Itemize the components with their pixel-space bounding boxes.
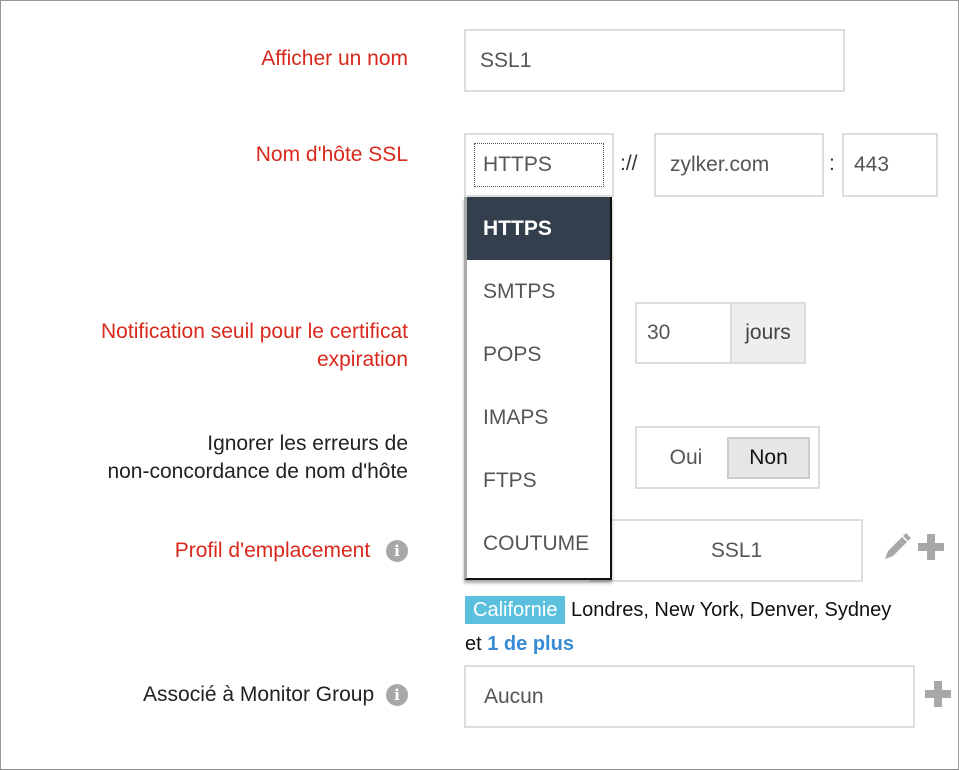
expiry-label-line1: Notification seuil pour le certificat [101,320,408,343]
port-input[interactable]: 443 [842,133,938,197]
add-monitor-group-icon[interactable] [925,681,951,707]
toggle-oui[interactable]: Oui [645,446,727,470]
scheme-separator: :// [620,152,638,175]
ignore-label-line1: Ignorer les erreurs de [207,432,408,455]
location-list: Californie Londres, New York, Denver, Sy… [465,593,945,661]
monitor-group-text: Associé à Monitor Group [143,683,375,706]
more-locations-link[interactable]: 1 de plus [487,633,574,655]
expiry-days-value: 30 [647,321,671,344]
protocol-value: HTTPS [483,153,552,176]
monitor-group-select[interactable]: Aucun [464,665,915,728]
ssl-host-label: Nom d'hôte SSL [255,143,408,166]
location-profile-label: Profil d'emplacement i [175,537,408,565]
expiry-unit-addon: jours [730,302,806,364]
ignore-mismatch-toggle: Oui Non [635,426,820,489]
port-value: 443 [854,153,890,176]
port-separator: : [829,152,835,175]
expiry-days-input[interactable]: 30 [635,302,731,364]
edit-pencil-icon[interactable] [882,532,912,562]
dropdown-option-https[interactable]: HTTPS [467,197,610,260]
dropdown-option-imaps[interactable]: IMAPS [467,386,610,449]
location-profile-text: Profil d'emplacement [174,539,371,562]
dropdown-option-coutume[interactable]: COUTUME [467,512,610,575]
expiry-unit: jours [745,321,791,344]
dropdown-option-ftps[interactable]: FTPS [467,449,610,512]
monitor-group-label: Associé à Monitor Group i [143,681,408,709]
ignore-mismatch-label: Ignorer les erreurs de non-concordance d… [107,430,408,486]
other-locations: Londres, New York, Denver, Sydney [571,599,892,621]
expiry-threshold-label: Notification seuil pour le certificat ex… [101,318,408,374]
host-value: zylker.com [670,153,770,176]
add-location-profile-icon[interactable] [918,534,944,560]
display-name-value: SSL1 [480,48,532,72]
protocol-select[interactable]: HTTPS [464,133,614,197]
dropdown-option-smtps[interactable]: SMTPS [467,260,610,323]
protocol-dropdown: HTTPS SMTPS POPS IMAPS FTPS COUTUME [464,197,612,580]
info-icon[interactable]: i [386,684,408,707]
info-icon[interactable]: i [386,540,408,563]
host-input[interactable]: zylker.com [654,133,824,197]
toggle-non[interactable]: Non [727,436,810,479]
location-profile-value: SSL1 [710,538,763,562]
display-name-input[interactable]: SSL1 [464,29,845,92]
and-text: et [465,633,482,655]
display-name-label: Afficher un nom [261,47,408,70]
expiry-label-line2: expiration [316,348,408,371]
location-profile-select[interactable]: SSL1 [590,519,863,582]
location-tag: Californie [465,596,566,624]
ignore-label-line2: non-concordance de nom d'hôte [107,460,408,483]
monitor-group-value: Aucun [484,684,544,708]
dropdown-option-pops[interactable]: POPS [467,323,610,386]
